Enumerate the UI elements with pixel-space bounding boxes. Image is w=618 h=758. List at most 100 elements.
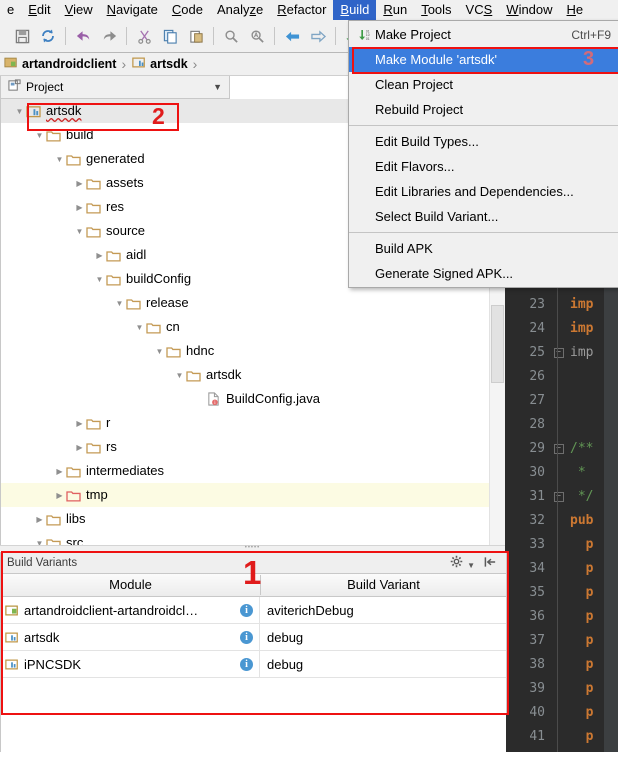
build-variant-module-cell[interactable]: iPNCSDK i bbox=[1, 651, 260, 677]
gear-icon[interactable]: ▼ bbox=[450, 555, 475, 571]
editor-line[interactable]: 27 bbox=[505, 388, 618, 412]
editor-line[interactable]: 40 p bbox=[505, 700, 618, 724]
editor-line[interactable]: 25− imp bbox=[505, 340, 618, 364]
build-variant-value[interactable]: debug bbox=[260, 657, 506, 672]
chevron-down-icon[interactable]: ▼ bbox=[53, 155, 66, 164]
menu-item-tools[interactable]: Tools bbox=[414, 0, 458, 20]
tree-node-rs[interactable]: ▶ rs bbox=[1, 435, 506, 459]
menu-item-navigate[interactable]: Navigate bbox=[100, 0, 165, 20]
tree-node-r[interactable]: ▶ r bbox=[1, 411, 506, 435]
breadcrumb-item-project[interactable]: artandroidclient bbox=[0, 53, 119, 75]
menu-item-e[interactable]: e bbox=[0, 0, 21, 20]
code-editor[interactable]: 22imp23imp!24imp25−imp26272829−/**30 *31… bbox=[505, 268, 618, 752]
build-variant-module-cell[interactable]: artandroidclient-artandroidcl… i bbox=[1, 597, 260, 623]
chevron-right-icon[interactable]: ▶ bbox=[73, 419, 86, 428]
menu-option-edit-libraries-and-dependencies[interactable]: Edit Libraries and Dependencies... bbox=[349, 179, 618, 204]
column-header-module[interactable]: Module bbox=[1, 575, 261, 595]
menu-option-make-module-artsdk[interactable]: Make Module 'artsdk' bbox=[349, 47, 618, 72]
tree-node-cn[interactable]: ▼ cn bbox=[1, 315, 506, 339]
menu-option-clean-project[interactable]: Clean Project bbox=[349, 72, 618, 97]
editor-line[interactable]: 24 imp bbox=[505, 316, 618, 340]
menu-option-rebuild-project[interactable]: Rebuild Project bbox=[349, 97, 618, 122]
chevron-down-icon[interactable]: ▼ bbox=[173, 371, 186, 380]
hide-panel-icon[interactable] bbox=[484, 556, 497, 571]
menu-item-he[interactable]: He bbox=[560, 0, 591, 20]
menu-item-build[interactable]: Build bbox=[333, 0, 377, 20]
chevron-down-icon[interactable]: ▼ bbox=[13, 107, 26, 116]
build-variant-row[interactable]: artsdk i debug bbox=[1, 624, 506, 651]
editor-line[interactable]: 28 bbox=[505, 412, 618, 436]
back-icon[interactable] bbox=[281, 25, 303, 47]
menu-option-edit-flavors[interactable]: Edit Flavors... bbox=[349, 154, 618, 179]
editor-line[interactable]: 23 imp bbox=[505, 292, 618, 316]
fold-marker-icon[interactable]: − bbox=[552, 347, 565, 358]
project-tree-scrollbar-thumb[interactable] bbox=[491, 305, 504, 383]
editor-line[interactable]: 39 p bbox=[505, 676, 618, 700]
menu-item-edit[interactable]: Edit bbox=[21, 0, 57, 20]
chevron-right-icon[interactable]: ▶ bbox=[33, 515, 46, 524]
menu-item-refactor[interactable]: Refactor bbox=[270, 0, 333, 20]
editor-line[interactable]: 33 p bbox=[505, 532, 618, 556]
build-variant-module-cell[interactable]: artsdk i bbox=[1, 624, 260, 650]
chevron-right-icon[interactable]: ▶ bbox=[93, 251, 106, 260]
chevron-down-icon[interactable]: ▼ bbox=[213, 82, 222, 92]
copy-icon[interactable] bbox=[159, 25, 181, 47]
build-variant-row[interactable]: iPNCSDK i debug bbox=[1, 651, 506, 678]
find-icon[interactable] bbox=[220, 25, 242, 47]
menu-item-window[interactable]: Window bbox=[499, 0, 559, 20]
editor-line[interactable]: 31− */ bbox=[505, 484, 618, 508]
info-icon[interactable]: i bbox=[240, 657, 253, 671]
chevron-right-icon[interactable]: ▶ bbox=[53, 491, 66, 500]
editor-line[interactable]: 35 p bbox=[505, 580, 618, 604]
menu-item-analyze[interactable]: Analyze bbox=[210, 0, 270, 20]
redo-icon[interactable] bbox=[98, 25, 120, 47]
editor-line[interactable]: 37 p bbox=[505, 628, 618, 652]
menu-item-code[interactable]: Code bbox=[165, 0, 210, 20]
fold-marker-icon[interactable]: − bbox=[552, 491, 565, 502]
chevron-down-icon[interactable]: ▼ bbox=[33, 131, 46, 140]
chevron-down-icon[interactable]: ▼ bbox=[113, 299, 126, 308]
fold-marker-icon[interactable]: − bbox=[552, 443, 565, 454]
chevron-down-icon[interactable]: ▼ bbox=[153, 347, 166, 356]
editor-line[interactable]: 29−/** bbox=[505, 436, 618, 460]
find-replace-icon[interactable] bbox=[246, 25, 268, 47]
info-icon[interactable]: i bbox=[240, 630, 253, 644]
tree-node-intermediates[interactable]: ▶ intermediates bbox=[1, 459, 506, 483]
project-tool-window-header[interactable]: Project ▼ bbox=[0, 76, 230, 99]
editor-line[interactable]: 38 p bbox=[505, 652, 618, 676]
forward-icon[interactable] bbox=[307, 25, 329, 47]
chevron-right-icon[interactable]: ▶ bbox=[53, 467, 66, 476]
tree-node-release[interactable]: ▼ release bbox=[1, 291, 506, 315]
sync-refresh-icon[interactable] bbox=[37, 25, 59, 47]
chevron-down-icon[interactable]: ▼ bbox=[133, 323, 146, 332]
undo-icon[interactable] bbox=[72, 25, 94, 47]
build-variants-panel[interactable]: Build Variants ▼ Module Build Variant ar… bbox=[0, 552, 507, 758]
editor-line[interactable]: 30 * bbox=[505, 460, 618, 484]
menu-option-build-apk[interactable]: Build APK bbox=[349, 236, 618, 261]
chevron-right-icon[interactable]: ▶ bbox=[73, 179, 86, 188]
menu-option-generate-signed-apk[interactable]: Generate Signed APK... bbox=[349, 261, 618, 286]
tree-node-hdnc[interactable]: ▼ hdnc bbox=[1, 339, 506, 363]
build-variant-value[interactable]: debug bbox=[260, 630, 506, 645]
chevron-right-icon[interactable]: ▶ bbox=[73, 443, 86, 452]
paste-icon[interactable] bbox=[185, 25, 207, 47]
breadcrumb-item-module[interactable]: artsdk bbox=[128, 53, 191, 75]
tree-node-buildconfig-java[interactable]: i BuildConfig.java bbox=[1, 387, 506, 411]
menu-option-make-project[interactable]: 01 10 01 Make Project Ctrl+F9 bbox=[349, 22, 618, 47]
project-panel-resize-grip[interactable]: ••••• bbox=[0, 545, 505, 551]
build-menu-dropdown[interactable]: 01 10 01 Make Project Ctrl+F9 Make Module 'ar… bbox=[348, 20, 618, 288]
editor-line[interactable]: 26 bbox=[505, 364, 618, 388]
editor-line[interactable]: 34 p bbox=[505, 556, 618, 580]
tree-node-tmp[interactable]: ▶ tmp bbox=[1, 483, 506, 507]
chevron-down-icon[interactable]: ▼ bbox=[73, 227, 86, 236]
menu-option-select-build-variant[interactable]: Select Build Variant... bbox=[349, 204, 618, 229]
editor-line[interactable]: 41 p bbox=[505, 724, 618, 748]
chevron-right-icon[interactable]: ▶ bbox=[73, 203, 86, 212]
build-variant-row[interactable]: artandroidclient-artandroidcl… i aviterich… bbox=[1, 597, 506, 624]
tree-node-artsdk[interactable]: ▼ artsdk bbox=[1, 363, 506, 387]
cut-icon[interactable] bbox=[133, 25, 155, 47]
menu-item-view[interactable]: View bbox=[58, 0, 100, 20]
menu-item-run[interactable]: Run bbox=[376, 0, 414, 20]
tree-node-libs[interactable]: ▶ libs bbox=[1, 507, 506, 531]
menu-item-vcs[interactable]: VCS bbox=[459, 0, 500, 20]
